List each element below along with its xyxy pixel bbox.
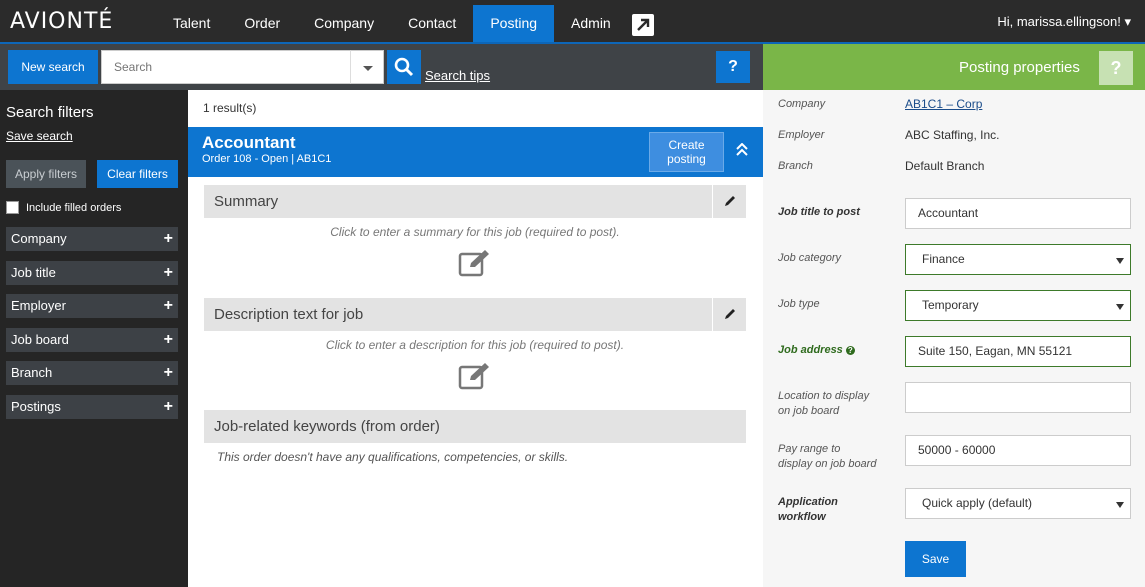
job-title-label: Job title to post: [778, 206, 860, 218]
search-tips-link[interactable]: Search tips: [425, 68, 490, 83]
include-filled-label: Include filled orders: [26, 201, 122, 214]
top-nav: AVIONTÉ Talent Order Company Contact Pos…: [0, 0, 1145, 44]
employer-value: ABC Staffing, Inc.: [905, 128, 1000, 142]
company-link[interactable]: AB1C1 – Corp: [905, 97, 982, 111]
keywords-label: Job-related keywords (from order): [214, 418, 440, 435]
chevron-up-icon[interactable]: [736, 142, 748, 160]
job-header[interactable]: Accountant Order 108 - Open | AB1C1 Crea…: [188, 127, 763, 177]
new-search-button[interactable]: New search: [8, 50, 98, 84]
properties-help-button[interactable]: ?: [1099, 51, 1133, 85]
sidebar-title: Search filters: [6, 104, 94, 121]
job-title: Accountant: [202, 133, 296, 152]
job-address-text: Job address: [778, 344, 843, 356]
create-posting-button[interactable]: Create posting: [649, 132, 724, 172]
edit-description-icon[interactable]: [458, 361, 492, 394]
workflow-label-line1: Application: [778, 496, 838, 508]
job-address-label: Job address ?: [778, 343, 855, 358]
pay-label-line2: display on job board: [778, 458, 877, 470]
pay-range-input[interactable]: 50000 - 60000: [905, 435, 1131, 466]
nav-tab-talent[interactable]: Talent: [156, 5, 227, 42]
plus-icon[interactable]: +: [164, 395, 173, 419]
user-menu[interactable]: Hi, marissa.ellingson! ▾: [997, 14, 1131, 30]
plus-icon[interactable]: +: [164, 261, 173, 285]
filter-label: Postings: [11, 398, 61, 414]
filter-label: Branch: [11, 365, 53, 380]
filter-branch[interactable]: Branch +: [6, 361, 178, 385]
branch-label: Branch: [778, 160, 813, 172]
filters-sidebar: Search filters Save search Apply filters…: [0, 90, 188, 587]
apply-filters-button[interactable]: Apply filters: [6, 160, 86, 188]
search-input[interactable]: [101, 50, 351, 84]
job-type-label: Job type: [778, 298, 820, 310]
search-dropdown-button[interactable]: [350, 50, 384, 84]
workflow-select[interactable]: Quick apply (default): [905, 488, 1131, 519]
pay-range-label: Pay range to display on job board: [778, 442, 876, 472]
pencil-icon[interactable]: [712, 185, 746, 218]
location-label-line1: Location to display: [778, 390, 870, 402]
plus-icon[interactable]: +: [164, 361, 173, 385]
nav-tab-posting[interactable]: Posting: [473, 5, 555, 42]
description-hint[interactable]: Click to enter a description for this jo…: [204, 338, 746, 352]
results-panel: 1 result(s) Accountant Order 108 - Open …: [188, 90, 763, 587]
workflow-label: Application workflow: [778, 495, 838, 525]
plus-icon[interactable]: +: [164, 328, 173, 352]
result-count: 1 result(s): [203, 101, 257, 115]
nav-tab-company[interactable]: Company: [297, 5, 391, 42]
edit-summary-icon[interactable]: [458, 248, 492, 281]
filter-employer[interactable]: Employer +: [6, 294, 178, 318]
keywords-section: Job-related keywords (from order): [204, 410, 746, 443]
nav-tab-order[interactable]: Order: [227, 5, 297, 42]
job-title-input[interactable]: Accountant: [905, 198, 1131, 229]
filter-job-title[interactable]: Job title +: [6, 260, 178, 285]
include-filled-orders[interactable]: Include filled orders: [6, 201, 121, 214]
filter-company[interactable]: Company +: [6, 227, 178, 251]
plus-icon[interactable]: +: [164, 294, 173, 318]
location-label: Location to display on job board: [778, 389, 869, 419]
nav-tabs: Talent Order Company Contact Posting Adm…: [156, 5, 628, 42]
posting-properties-panel: Company AB1C1 – Corp Employer ABC Staffi…: [763, 90, 1145, 587]
search-bar: New search Search tips ?: [0, 44, 763, 90]
summary-hint[interactable]: Click to enter a summary for this job (r…: [204, 225, 746, 239]
filter-label: Job board: [11, 331, 69, 347]
filter-label: Job title: [11, 264, 56, 280]
keywords-hint: This order doesn't have any qualificatio…: [217, 450, 569, 464]
branch-value: Default Branch: [905, 159, 985, 173]
filter-postings[interactable]: Postings +: [6, 394, 178, 419]
properties-header: Posting properties ?: [763, 44, 1145, 90]
pencil-icon[interactable]: [712, 298, 746, 331]
company-label: Company: [778, 98, 826, 110]
location-input[interactable]: [905, 382, 1131, 413]
logo: AVIONTÉ: [10, 9, 114, 34]
job-category-label: Job category: [778, 252, 841, 264]
include-filled-checkbox[interactable]: [6, 201, 19, 214]
nav-tab-contact[interactable]: Contact: [391, 5, 473, 42]
summary-label: Summary: [214, 193, 279, 210]
save-search-link[interactable]: Save search: [6, 129, 73, 143]
job-address-input[interactable]: Suite 150, Eagan, MN 55121: [905, 336, 1131, 367]
description-section: Description text for job: [204, 298, 746, 331]
workflow-label-line2: workflow: [778, 511, 826, 523]
location-label-line2: on job board: [778, 405, 840, 417]
filter-list: Company + Job title + Employer + Job board +…: [6, 227, 178, 428]
search-icon[interactable]: [387, 50, 421, 84]
summary-section: Summary: [204, 185, 746, 218]
save-button[interactable]: Save: [905, 541, 966, 577]
description-label: Description text for job: [214, 306, 364, 323]
filter-label: Company: [11, 231, 67, 246]
external-link-icon[interactable]: [632, 14, 654, 36]
plus-icon[interactable]: +: [164, 227, 173, 251]
filter-label: Employer: [11, 298, 66, 313]
help-button[interactable]: ?: [716, 51, 750, 83]
properties-title: Posting properties: [959, 59, 1080, 76]
job-type-select[interactable]: Temporary: [905, 290, 1131, 321]
employer-label: Employer: [778, 129, 825, 141]
clear-filters-button[interactable]: Clear filters: [97, 160, 178, 188]
question-icon[interactable]: ?: [845, 346, 855, 355]
job-subtitle: Order 108 - Open | AB1C1: [202, 153, 332, 165]
nav-tab-admin[interactable]: Admin: [554, 5, 628, 42]
filter-job-board[interactable]: Job board +: [6, 327, 178, 352]
pay-label-line1: Pay range to: [778, 443, 841, 455]
job-category-select[interactable]: Finance: [905, 244, 1131, 275]
